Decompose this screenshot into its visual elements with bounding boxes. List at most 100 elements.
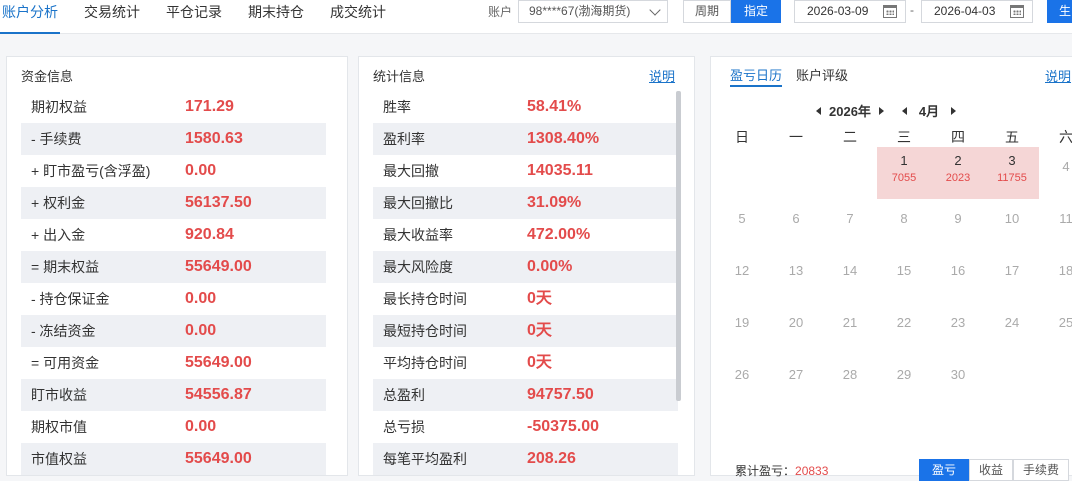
stats-row: 平均持仓时间 0天 — [373, 347, 678, 379]
calendar-help-link[interactable]: 说明 — [1045, 66, 1071, 85]
calendar-day-number: 18 — [1058, 263, 1072, 278]
calendar-day[interactable]: 3 11755 — [985, 147, 1039, 199]
tab-close-records[interactable]: 平仓记录 — [164, 0, 224, 34]
calendar-day[interactable]: 19 — [715, 303, 769, 355]
calendar-day-number: 27 — [788, 367, 804, 382]
period-button[interactable]: 周期 — [683, 0, 731, 23]
stats-row: 最大风险度 0.00% — [373, 251, 678, 283]
calendar-day[interactable]: 18 — [1039, 251, 1072, 303]
start-date-value: 2026-03-09 — [807, 4, 869, 18]
calendar-day[interactable]: 4 — [1039, 147, 1072, 199]
calendar-day[interactable]: 25 — [1039, 303, 1072, 355]
funds-row-label: + 盯市盈亏(含浮盈) — [31, 163, 151, 179]
next-year-icon[interactable] — [878, 106, 884, 115]
stats-scrollbar[interactable] — [676, 91, 681, 401]
account-select[interactable]: 98****67(渤海期货) — [518, 0, 668, 23]
calendar-day[interactable]: 8 — [877, 199, 931, 251]
calendar-day-number: 29 — [896, 367, 912, 382]
start-date-input[interactable]: 2026-03-09 — [794, 0, 906, 23]
calendar-day-number: 20 — [788, 315, 804, 330]
tab-pnl-calendar[interactable]: 盈亏日历 — [730, 65, 783, 87]
stats-title: 统计信息 — [373, 69, 426, 84]
stats-rows: 胜率 58.41% 盈利率 1308.40% 最大回撤 14035.11 最大回撤比 31.0… — [373, 91, 678, 475]
stats-row-label: 总盈利 — [383, 387, 425, 403]
calendar-day[interactable]: 20 — [769, 303, 823, 355]
funds-row-label: - 手续费 — [31, 131, 82, 147]
weekday-label: 三 — [897, 129, 911, 145]
calendar-day-number: 6 — [792, 211, 800, 226]
calendar-day[interactable]: 28 — [823, 355, 877, 407]
cumulative-pnl: 累计盈亏：20833 — [735, 462, 828, 479]
prev-year-icon[interactable] — [816, 106, 821, 115]
calendar-day[interactable]: 30 — [931, 355, 985, 407]
funds-row: 盯市收益 54556.87 — [21, 379, 326, 411]
calendar-day-number: 7 — [846, 211, 854, 226]
next-month-icon[interactable] — [951, 106, 957, 115]
calendar-day[interactable]: 1 7055 — [877, 147, 931, 199]
funds-row-label: = 可用资金 — [31, 355, 100, 371]
stats-row-value: 208.26 — [527, 450, 576, 467]
calendar-day[interactable]: 5 — [715, 199, 769, 251]
calendar-day[interactable]: 9 — [931, 199, 985, 251]
funds-row: + 盯市盈亏(含浮盈) 0.00 — [21, 155, 326, 187]
calendar-day-number: 17 — [1004, 263, 1020, 278]
stats-row-label: 最大回撤比 — [383, 195, 453, 211]
tab-trade-stats[interactable]: 交易统计 — [82, 0, 142, 34]
calendar-day[interactable]: 13 — [769, 251, 823, 303]
calendar-day[interactable]: 16 — [931, 251, 985, 303]
stats-row-label: 最大回撤 — [383, 163, 439, 179]
tab-end-positions[interactable]: 期末持仓 — [246, 0, 306, 34]
calendar-day[interactable]: 26 — [715, 355, 769, 407]
funds-row-label: - 持仓保证金 — [31, 291, 110, 307]
stats-row: 胜率 58.41% — [373, 91, 678, 123]
calendar-day-pnl: 11755 — [997, 172, 1027, 184]
tab-account-rating[interactable]: 账户评级 — [796, 65, 848, 87]
calendar-icon — [883, 5, 897, 18]
generate-button[interactable]: 生 — [1047, 0, 1072, 23]
calendar-day[interactable]: 27 — [769, 355, 823, 407]
calendar-day[interactable]: 23 — [931, 303, 985, 355]
stats-row-label: 总亏损 — [383, 419, 425, 435]
stats-row: 总盈利 94757.50 — [373, 379, 678, 411]
stats-row-value: 0天 — [527, 354, 552, 371]
tab-deal-stats[interactable]: 成交统计 — [328, 0, 388, 34]
calendar-day-number: 24 — [1004, 315, 1020, 330]
calendar-month: 4月 — [918, 104, 940, 119]
calendar-day[interactable]: 11 — [1039, 199, 1072, 251]
calendar-day-number: 19 — [734, 315, 750, 330]
prev-month-icon[interactable] — [901, 106, 907, 115]
stats-row-label: 最大风险度 — [383, 259, 453, 275]
stats-row-label: 每笔平均盈利 — [383, 451, 467, 467]
calendar-day[interactable]: 6 — [769, 199, 823, 251]
calendar-day — [715, 147, 769, 199]
weekday-label: 四 — [951, 129, 965, 145]
seg-pnl-button[interactable]: 盈亏 — [919, 459, 969, 481]
stats-help-link[interactable]: 说明 — [649, 66, 675, 85]
weekday-label: 日 — [735, 129, 749, 145]
calendar-day[interactable]: 21 — [823, 303, 877, 355]
end-date-value: 2026-04-03 — [934, 4, 996, 18]
calendar-day[interactable]: 10 — [985, 199, 1039, 251]
calendar-day[interactable]: 15 — [877, 251, 931, 303]
calendar-icon — [1010, 5, 1024, 18]
calendar-day-number: 15 — [896, 263, 912, 278]
calendar-day[interactable]: 12 — [715, 251, 769, 303]
calendar-day[interactable]: 14 — [823, 251, 877, 303]
stats-row: 最大回撤 14035.11 — [373, 155, 678, 187]
tab-account-analysis[interactable]: 账户分析 — [0, 0, 60, 34]
date-separator: - — [910, 3, 914, 17]
calendar-day-number: 22 — [896, 315, 912, 330]
calendar-day[interactable]: 29 — [877, 355, 931, 407]
calendar-day[interactable]: 2 2023 — [931, 147, 985, 199]
fixed-range-button[interactable]: 指定 — [731, 0, 781, 23]
calendar-day[interactable]: 22 — [877, 303, 931, 355]
calendar-day[interactable]: 24 — [985, 303, 1039, 355]
account-label: 账户 — [488, 5, 513, 19]
stats-row: 每笔平均盈利 208.26 — [373, 443, 678, 475]
end-date-input[interactable]: 2026-04-03 — [921, 0, 1033, 23]
calendar-day[interactable]: 7 — [823, 199, 877, 251]
seg-fee-button[interactable]: 手续费 — [1013, 459, 1069, 481]
calendar-day[interactable]: 17 — [985, 251, 1039, 303]
seg-return-button[interactable]: 收益 — [969, 459, 1013, 481]
calendar-day-number: 28 — [842, 367, 858, 382]
